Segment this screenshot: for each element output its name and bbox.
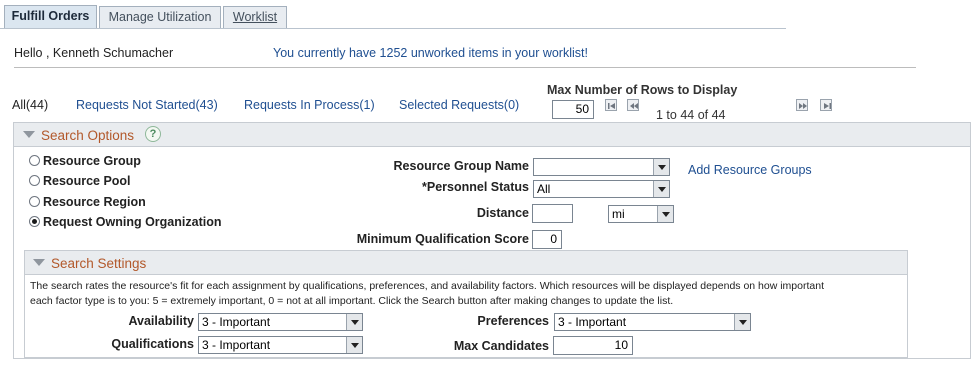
greeting-text: Hello , Kenneth Schumacher [14,46,174,60]
tab-bar-divider [0,28,786,29]
add-resource-groups-link[interactable]: Add Resource Groups [688,163,812,177]
worklist-message-link[interactable]: You currently have 1252 unworked items i… [273,46,588,60]
personnel-status-value: All [537,182,551,196]
collapse-triangle-icon[interactable] [23,131,35,138]
tab-worklist[interactable]: Worklist [223,6,287,29]
preferences-value: 3 - Important [558,315,627,329]
search-settings-description-line2: each factor type is to you: 5 = extremel… [30,295,674,307]
last-page-icon[interactable] [820,99,832,111]
first-page-icon[interactable] [605,99,617,111]
availability-label: Availability [128,314,194,328]
radio-resource-region-label: Resource Region [43,195,146,209]
search-options-header[interactable]: Search Options ? [14,123,970,147]
filter-in-process-link[interactable]: Requests In Process(1) [244,98,375,112]
radio-resource-group[interactable] [29,155,40,166]
qualifications-value: 3 - Important [202,338,271,352]
search-settings-title: Search Settings [51,256,147,271]
radio-request-owning-org-label: Request Owning Organization [43,215,222,229]
min-qual-score-label: Minimum Qualification Score [356,232,529,246]
preferences-select[interactable]: 3 - Important [554,313,751,331]
radio-resource-pool[interactable] [29,175,40,186]
max-rows-label: Max Number of Rows to Display [547,83,738,97]
chevron-down-icon [346,337,362,353]
chevron-down-icon [657,206,673,222]
prev-page-icon[interactable] [627,99,639,111]
min-qual-score-input[interactable]: 0 [532,230,562,249]
qualifications-select[interactable]: 3 - Important [198,336,363,354]
tab-fulfill-orders[interactable]: Fulfill Orders [4,5,97,29]
filter-not-started-link[interactable]: Requests Not Started(43) [76,98,218,112]
page-range-text: 1 to 44 of 44 [656,108,726,122]
distance-input[interactable] [532,204,573,223]
availability-select[interactable]: 3 - Important [198,313,363,331]
personnel-status-label: *Personnel Status [422,180,529,194]
resource-group-name-select[interactable] [533,158,670,176]
chevron-down-icon [734,314,750,330]
filter-selected-link[interactable]: Selected Requests(0) [399,98,519,112]
distance-unit-select[interactable]: mi [608,205,674,223]
max-candidates-label: Max Candidates [453,339,549,353]
search-options-title: Search Options [41,128,135,143]
distance-label: Distance [476,206,529,220]
next-page-icon[interactable] [796,99,808,111]
resource-group-name-label: Resource Group Name [393,159,529,173]
radio-resource-region[interactable] [29,196,40,207]
qualifications-label: Qualifications [111,337,194,351]
availability-value: 3 - Important [202,315,271,329]
distance-unit-value: mi [612,207,625,221]
chevron-down-icon [346,314,362,330]
filter-all: All(44) [12,98,49,112]
chevron-down-icon [653,159,669,175]
greeting-divider [14,67,916,68]
tab-manage-utilization[interactable]: Manage Utilization [99,6,221,29]
radio-resource-pool-label: Resource Pool [43,174,131,188]
max-candidates-input[interactable]: 10 [553,336,633,355]
personnel-status-select[interactable]: All [533,180,670,198]
collapse-triangle-icon[interactable] [33,259,45,266]
search-settings-description-line1: The search rates the resource's fit for … [30,280,824,292]
radio-request-owning-org[interactable] [29,216,40,227]
max-rows-input[interactable]: 50 [552,100,594,119]
chevron-down-icon [653,181,669,197]
preferences-label: Preferences [477,314,549,328]
help-icon[interactable]: ? [145,126,161,142]
radio-resource-group-label: Resource Group [43,154,141,168]
search-settings-header[interactable]: Search Settings [25,251,907,275]
